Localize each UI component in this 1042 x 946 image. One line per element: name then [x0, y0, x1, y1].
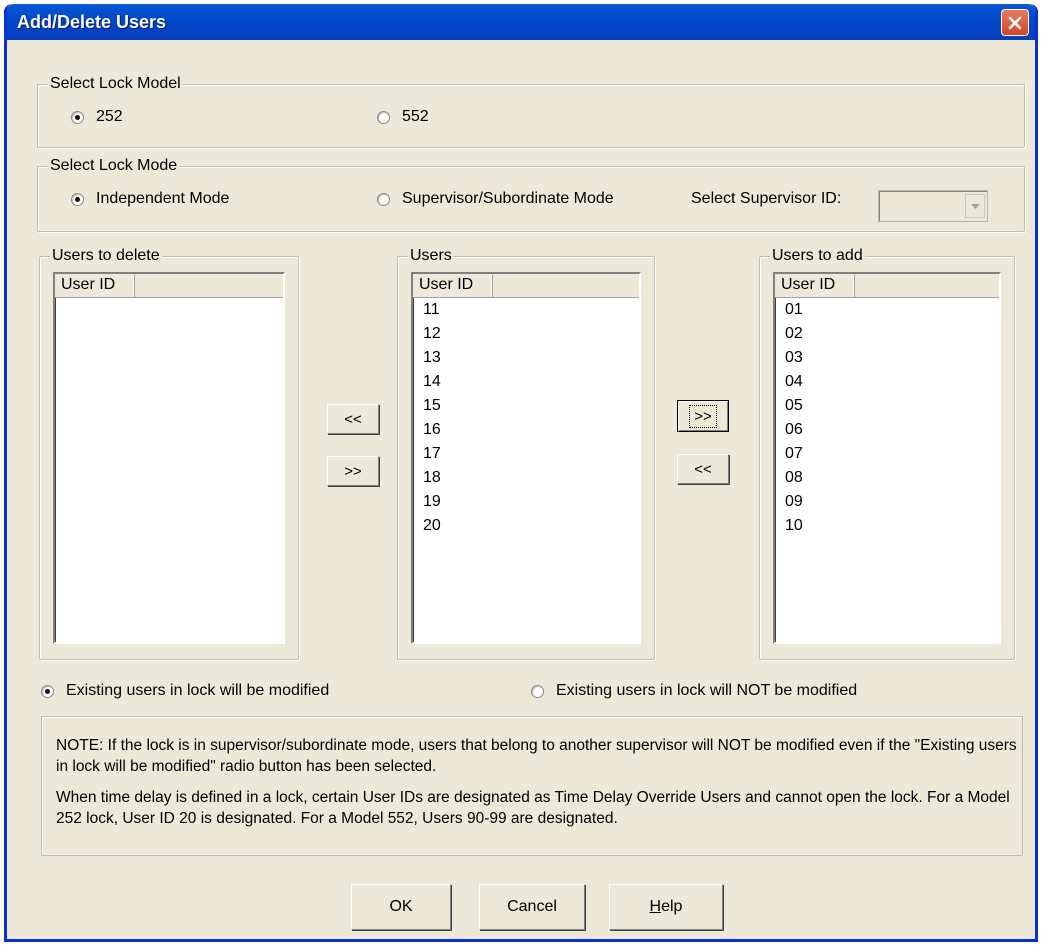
list-item[interactable]: 10: [775, 514, 999, 538]
lock-model-group: Select Lock Model: [37, 75, 1025, 148]
list-header: User ID: [55, 274, 283, 298]
users-list-items: 11 12 13 14 15 16 17 18 19 20: [413, 298, 639, 538]
supervisor-mode-label: Supervisor/Subordinate Mode: [402, 190, 614, 207]
chevron-down-icon: [970, 203, 980, 209]
supervisor-id-label: Select Supervisor ID:: [691, 190, 842, 207]
user-id-column-header[interactable]: User ID: [413, 274, 493, 297]
dropdown-arrow-button[interactable]: [965, 194, 985, 218]
radio-unchecked-icon: [377, 110, 390, 124]
users-to-add-items: 01 02 03 04 05 06 07 08 09 10: [775, 298, 999, 538]
users-to-delete-list[interactable]: User ID: [53, 272, 285, 644]
supervisor-mode-radio[interactable]: Supervisor/Subordinate Mode: [377, 190, 614, 208]
window-title: Add/Delete Users: [17, 12, 167, 32]
list-header: User ID: [775, 274, 999, 298]
move-from-add-button[interactable]: <<: [677, 454, 729, 484]
move-from-delete-button[interactable]: >>: [327, 456, 379, 486]
list-header: User ID: [413, 274, 639, 298]
help-label: Help: [649, 898, 683, 915]
users-list[interactable]: User ID 11 12 13 14 15 16 17 18 19 20: [411, 272, 641, 644]
list-item[interactable]: 20: [413, 514, 639, 538]
user-id-column-header[interactable]: User ID: [55, 274, 135, 297]
users-to-delete-legend: Users to delete: [50, 247, 162, 265]
not-modify-existing-radio[interactable]: Existing users in lock will NOT be modif…: [531, 682, 857, 700]
supervisor-id-select[interactable]: [878, 190, 988, 222]
list-item[interactable]: 15: [413, 394, 639, 418]
list-item[interactable]: 02: [775, 322, 999, 346]
list-item[interactable]: 08: [775, 466, 999, 490]
lock-model-552-label: 552: [402, 108, 429, 125]
close-button[interactable]: [1001, 9, 1029, 36]
users-to-add-list[interactable]: User ID 01 02 03 04 05 06 07 08 09 10: [773, 272, 1001, 644]
user-id-column-header[interactable]: User ID: [775, 274, 855, 297]
list-item[interactable]: 14: [413, 370, 639, 394]
list-item[interactable]: 19: [413, 490, 639, 514]
list-item[interactable]: 11: [413, 298, 639, 322]
lock-mode-legend: Select Lock Mode: [48, 157, 180, 175]
list-item[interactable]: 17: [413, 442, 639, 466]
lock-model-legend: Select Lock Model: [48, 75, 183, 93]
list-item[interactable]: 18: [413, 466, 639, 490]
modify-existing-label: Existing users in lock will be modified: [66, 682, 330, 699]
radio-unchecked-icon: [531, 684, 544, 698]
list-item[interactable]: 03: [775, 346, 999, 370]
cancel-button[interactable]: Cancel: [479, 884, 585, 930]
users-to-add-legend: Users to add: [770, 247, 865, 265]
list-item[interactable]: 04: [775, 370, 999, 394]
move-to-add-button[interactable]: >>: [677, 400, 729, 432]
list-item[interactable]: 06: [775, 418, 999, 442]
note-paragraph-1: NOTE: If the lock is in supervisor/subor…: [56, 737, 1017, 775]
list-item[interactable]: 09: [775, 490, 999, 514]
independent-mode-label: Independent Mode: [96, 190, 230, 207]
lock-model-252-radio[interactable]: 252: [71, 108, 123, 126]
list-item[interactable]: 12: [413, 322, 639, 346]
lock-model-252-label: 252: [96, 108, 123, 125]
not-modify-existing-label: Existing users in lock will NOT be modif…: [556, 682, 858, 699]
close-icon: [1008, 16, 1022, 29]
title-bar[interactable]: Add/Delete Users: [7, 4, 1035, 40]
add-delete-users-dialog: Add/Delete Users Select Lock Model 252 5…: [4, 4, 1038, 942]
cancel-label: Cancel: [507, 898, 557, 915]
ok-button[interactable]: OK: [351, 884, 451, 930]
note-box: NOTE: If the lock is in supervisor/subor…: [41, 716, 1023, 856]
lock-model-552-radio[interactable]: 552: [377, 108, 429, 126]
users-legend: Users: [408, 247, 454, 265]
radio-checked-icon: [71, 192, 84, 206]
help-button[interactable]: Help: [609, 884, 723, 930]
independent-mode-radio[interactable]: Independent Mode: [71, 190, 229, 208]
list-item[interactable]: 01: [775, 298, 999, 322]
radio-unchecked-icon: [377, 192, 390, 206]
ok-label: OK: [389, 898, 413, 915]
list-item[interactable]: 16: [413, 418, 639, 442]
modify-existing-radio[interactable]: Existing users in lock will be modified: [41, 682, 329, 700]
radio-checked-icon: [71, 110, 84, 124]
move-to-delete-button[interactable]: <<: [327, 404, 379, 434]
note-paragraph-2: When time delay is defined in a lock, ce…: [56, 789, 1010, 827]
list-item[interactable]: 05: [775, 394, 999, 418]
list-item[interactable]: 07: [775, 442, 999, 466]
radio-checked-icon: [41, 684, 54, 698]
list-item[interactable]: 13: [413, 346, 639, 370]
